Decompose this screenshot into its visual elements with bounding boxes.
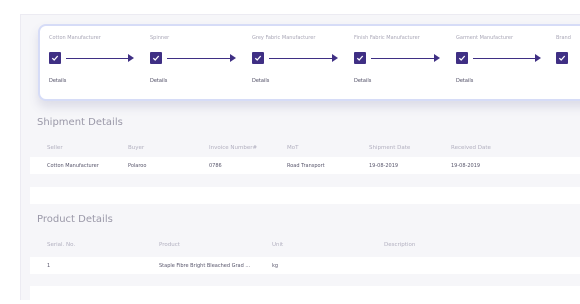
column-header-unit: Unit (272, 242, 284, 248)
progress-connector (66, 57, 128, 59)
arrow-right-icon (332, 54, 338, 62)
arrow-right-icon (434, 54, 440, 62)
cell-mot: Road Transport (287, 163, 325, 169)
cell-seller: Cotton Manufacturer (47, 163, 99, 169)
stage-label-brand: Brand (556, 35, 571, 41)
cell-product: Staple Fibre Bright Bleached Grad ... (159, 263, 251, 269)
stage-label-garment-manufacturer: Garment Manufacturer (456, 35, 514, 41)
cell-invoice-number: 0786 (209, 163, 222, 169)
check-icon[interactable] (354, 52, 366, 64)
stage-label-spinner: Spinner (150, 35, 170, 41)
product-details-title: Product Details (37, 214, 113, 225)
details-link[interactable]: Details (252, 78, 269, 84)
table-row-empty (30, 286, 580, 300)
arrow-right-icon (230, 54, 236, 62)
column-header-shipment-date: Shipment Date (369, 145, 411, 151)
cell-unit: kg (272, 263, 279, 269)
table-row[interactable]: 1 Staple Fibre Bright Bleached Grad ... … (30, 257, 580, 274)
supply-chain-card: Cotton Manufacturer Details Spinner Deta… (38, 24, 580, 101)
arrow-right-icon (128, 54, 134, 62)
arrow-right-icon (535, 54, 541, 62)
column-header-invoice-number: Invoice Number# (209, 145, 258, 151)
check-icon[interactable] (49, 52, 61, 64)
shipment-details-title: Shipment Details (37, 117, 123, 128)
column-header-description: Description (384, 242, 416, 248)
column-header-serial-no: Serial. No. (47, 242, 76, 248)
check-icon[interactable] (252, 52, 264, 64)
progress-connector (167, 57, 230, 59)
table-row-empty (30, 187, 580, 204)
table-row[interactable]: Cotton Manufacturer Polaroo 0786 Road Tr… (30, 157, 580, 174)
stage-label-cotton-manufacturer: Cotton Manufacturer (49, 35, 101, 41)
details-link[interactable]: Details (150, 78, 167, 84)
cell-shipment-date: 19-08-2019 (369, 163, 399, 169)
column-header-mot: MoT (287, 145, 299, 151)
details-link[interactable]: Details (456, 78, 473, 84)
details-link[interactable]: Details (49, 78, 66, 84)
progress-connector (371, 57, 434, 59)
stage-label-grey-fabric-manufacturer: Grey Fabric Manufacturer (252, 35, 316, 41)
check-icon[interactable] (556, 52, 568, 64)
column-header-received-date: Received Date (451, 145, 491, 151)
cell-buyer: Polaroo (128, 163, 147, 169)
progress-connector (473, 57, 535, 59)
check-icon[interactable] (150, 52, 162, 64)
check-icon[interactable] (456, 52, 468, 64)
column-header-product: Product (159, 242, 180, 248)
cell-received-date: 19-08-2019 (451, 163, 481, 169)
stage-label-finish-fabric-manufacturer: Finish Fabric Manufacturer (354, 35, 420, 41)
progress-connector (269, 57, 332, 59)
cell-serial-no: 1 (47, 263, 51, 269)
column-header-seller: Seller (47, 145, 63, 151)
details-link[interactable]: Details (354, 78, 371, 84)
column-header-buyer: Buyer (128, 145, 145, 151)
